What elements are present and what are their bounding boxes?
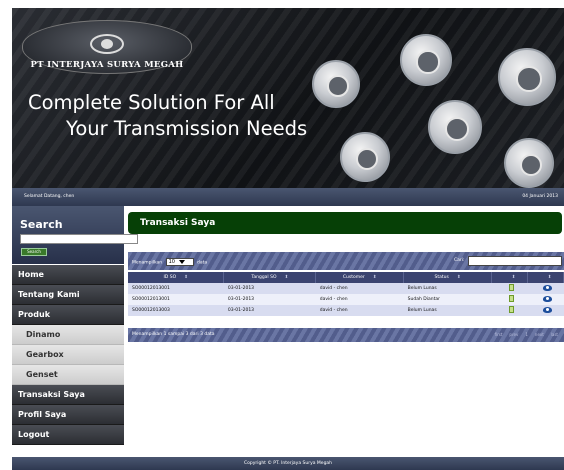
bill-icon[interactable]: [509, 295, 515, 302]
table-toolbar: Menampilkan 10 data Cari:: [128, 252, 564, 270]
welcome-text: Selamat Datang, chen: [24, 194, 75, 199]
cell-tanggal-so: 03-01-2013: [223, 294, 316, 305]
current-date: 04 Januari 2013: [522, 194, 558, 199]
gearbox-product-icon: [400, 34, 452, 86]
eye-icon[interactable]: [543, 306, 552, 313]
header-banner: PT INTERJAYA SURYA MEGAH Complete Soluti…: [12, 8, 564, 188]
table-info: Menampilkan 1 sampai 3 dari 3 data: [132, 332, 215, 337]
sort-icon: ⬍: [284, 275, 289, 280]
sidebar-item-home[interactable]: Home: [12, 265, 124, 285]
cell-status: Belum Lunas: [403, 305, 492, 316]
cell-customer: david - chen: [315, 294, 404, 305]
page-length-select[interactable]: 10: [165, 258, 194, 266]
page-length-value: 10: [168, 259, 175, 265]
sidebar-item-tentang-kami[interactable]: Tentang Kami: [12, 285, 124, 305]
pagination-1[interactable]: 1: [523, 331, 530, 338]
cell-status: Belum Lunas: [403, 283, 492, 294]
sidebar: Search Search Home Tentang Kami Produk Dina…: [12, 206, 138, 446]
cell-detail: [491, 294, 528, 305]
search-button[interactable]: Search: [21, 248, 47, 256]
sidebar-item-genset[interactable]: Genset: [12, 365, 124, 385]
sidebar-menu: Home Tentang Kami Produk Dinamo Gearbox Gense…: [12, 265, 124, 445]
column-header-status[interactable]: Status ⬍: [403, 272, 493, 283]
sort-icon: ⬍: [372, 275, 377, 280]
motor-product-icon: [312, 60, 360, 108]
logo-emblem-icon: [90, 34, 124, 54]
page-title: Transaksi Saya: [128, 212, 562, 234]
gearbox-product-icon: [498, 48, 556, 106]
filter-label: Cari:: [454, 258, 465, 263]
tagline: Complete Solution For All Your Transmiss…: [28, 90, 358, 142]
motor-product-icon: [504, 138, 554, 188]
sidebar-item-transaksi-saya[interactable]: Transaksi Saya: [12, 385, 124, 405]
table-header-row: ID SO ⬍ Tanggal SO ⬍ Customer ⬍ Status ⬍ ⬍ ⬍: [128, 272, 564, 283]
eye-icon[interactable]: [543, 284, 552, 291]
search-panel: Search Search: [12, 206, 138, 264]
cell-view: [527, 294, 564, 305]
sort-icon: ⬍: [511, 275, 516, 280]
bill-icon[interactable]: [509, 306, 515, 313]
sidebar-item-logout[interactable]: Logout: [12, 425, 124, 445]
sort-icon: ⬍: [184, 275, 188, 280]
company-logo[interactable]: PT INTERJAYA SURYA MEGAH: [22, 20, 192, 74]
table-footer: Menampilkan 1 sampai 3 dari 3 data first…: [128, 328, 564, 342]
cell-customer: david - chen: [315, 283, 404, 294]
cell-id-so: SO00012013001: [128, 283, 224, 294]
cell-tanggal-so: 03-01-2013: [223, 305, 316, 316]
page-length-suffix: data: [197, 260, 208, 266]
cell-view: [527, 283, 564, 294]
column-header-customer[interactable]: Customer ⬍: [315, 272, 405, 283]
cell-id-so: SO00012013001: [128, 294, 224, 305]
search-input[interactable]: [20, 234, 138, 244]
column-header-view[interactable]: ⬍: [527, 272, 564, 283]
cell-view: [527, 305, 564, 316]
gearbox-product-icon: [428, 100, 482, 154]
table-row[interactable]: SO00012013001 03-01-2013 david - chen Belum…: [128, 283, 564, 294]
cell-customer: david - chen: [315, 305, 404, 316]
pagination: first prev 1 next last: [493, 331, 560, 338]
cell-detail: [491, 305, 528, 316]
table-row[interactable]: SO00012013003 03-01-2013 david - chen Belum…: [128, 305, 564, 316]
search-title: Search: [20, 218, 63, 231]
column-header-detail[interactable]: ⬍: [491, 272, 528, 283]
sort-icon: ⬍: [547, 275, 552, 280]
bill-icon[interactable]: [509, 284, 515, 291]
sidebar-item-dinamo[interactable]: Dinamo: [12, 325, 124, 345]
cell-detail: [491, 283, 528, 294]
cell-id-so: SO00012013003: [128, 305, 224, 316]
info-bar: Selamat Datang, chen 04 Januari 2013: [12, 188, 564, 206]
sidebar-item-produk[interactable]: Produk: [12, 305, 124, 325]
page-length-control: Menampilkan 10 data: [132, 258, 207, 266]
tagline-line-2: Your Transmission Needs: [66, 117, 308, 140]
chevron-down-icon: [178, 259, 185, 264]
pagination-last[interactable]: last: [549, 331, 560, 338]
filter-input[interactable]: [468, 256, 562, 266]
motor-product-icon: [340, 132, 390, 182]
cell-tanggal-so: 03-01-2013: [223, 283, 316, 294]
tagline-line-1: Complete Solution For All: [28, 91, 275, 114]
page-footer: Copyright © PT. Interjaya Surya Megah: [12, 457, 564, 470]
pagination-prev[interactable]: prev: [507, 331, 520, 338]
column-header-id-so[interactable]: ID SO ⬍: [128, 272, 225, 283]
pagination-first[interactable]: first: [493, 331, 505, 338]
sort-icon: ⬍: [456, 275, 461, 280]
table-row[interactable]: SO00012013001 03-01-2013 david - chen Sudah…: [128, 294, 564, 305]
cell-status: Sudah Diantar: [403, 294, 492, 305]
eye-icon[interactable]: [543, 295, 552, 302]
transactions-table: ID SO ⬍ Tanggal SO ⬍ Customer ⬍ Status ⬍ ⬍ ⬍…: [128, 272, 564, 316]
sidebar-item-gearbox[interactable]: Gearbox: [12, 345, 124, 365]
sidebar-item-profil-saya[interactable]: Profil Saya: [12, 405, 124, 425]
page-length-prefix: Menampilkan: [132, 260, 163, 266]
column-header-tanggal-so[interactable]: Tanggal SO ⬍: [223, 272, 317, 283]
pagination-next[interactable]: next: [533, 331, 546, 338]
company-name: PT INTERJAYA SURYA MEGAH: [30, 60, 184, 70]
